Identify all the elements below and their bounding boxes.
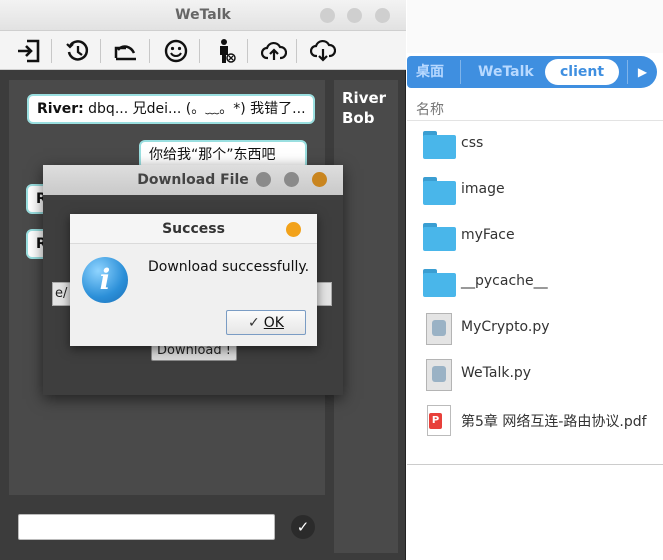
checkmark-icon: ✓ (248, 314, 260, 331)
toolbar (0, 31, 406, 70)
send-button[interactable]: ✓ (291, 515, 315, 539)
file-item[interactable]: css (407, 125, 663, 165)
file-name: 第5章 网络互连-路由协议.pdf (461, 414, 647, 430)
file-name: image (461, 181, 505, 197)
undo-icon[interactable] (112, 37, 140, 65)
folder-icon (423, 175, 457, 207)
file-manager-header (407, 0, 663, 53)
info-icon: i (82, 257, 128, 303)
file-name: css (461, 135, 484, 151)
pdf-file-icon: P (423, 405, 457, 437)
toolbar-divider (149, 39, 150, 63)
chevron-right-icon[interactable]: ▶ (628, 56, 657, 88)
success-message-box: Success i Download successfully. ✓ OK (70, 214, 317, 346)
download-cloud-icon[interactable] (309, 37, 337, 65)
file-item[interactable]: WeTalk.py (407, 355, 663, 395)
file-name: myFace (461, 227, 515, 243)
toolbar-divider (199, 39, 200, 63)
breadcrumb-divider (460, 60, 461, 84)
file-name: __pycache__ (461, 273, 548, 289)
column-header-name[interactable]: 名称 (407, 95, 663, 121)
close-button[interactable] (375, 8, 390, 23)
file-item[interactable]: myFace (407, 217, 663, 257)
file-item[interactable]: __pycache__ (407, 263, 663, 303)
maximize-button[interactable] (347, 8, 362, 23)
minimize-button[interactable] (320, 8, 335, 23)
ok-button-label: OK (263, 314, 284, 331)
toolbar-divider (247, 39, 248, 63)
file-item[interactable]: P 第5章 网络互连-路由协议.pdf (407, 401, 663, 441)
file-name: WeTalk.py (461, 365, 532, 381)
wetalk-titlebar: WeTalk (0, 0, 406, 31)
user-item[interactable]: Bob (342, 108, 398, 128)
column-name-label: 名称 (416, 102, 444, 118)
logout-icon[interactable] (15, 37, 43, 65)
emoji-icon[interactable] (162, 37, 190, 65)
breadcrumb-client[interactable]: client (545, 59, 619, 85)
checkmark-icon: ✓ (296, 518, 310, 536)
message-text: dbq... 兄dei... (。﹏。*) 我错了... (83, 101, 306, 117)
python-file-icon (423, 359, 457, 391)
folder-icon (423, 267, 457, 299)
toolbar-divider (51, 39, 52, 63)
message-sender: River: (37, 101, 84, 117)
online-users-list: River Bob (334, 80, 398, 553)
history-icon[interactable] (64, 37, 92, 65)
ok-button[interactable]: ✓ OK (226, 310, 306, 335)
file-manager-window: 桌面 WeTalk client ▶ 名称 css image myFace _… (407, 0, 663, 465)
close-button[interactable] (286, 222, 301, 237)
user-status-icon[interactable] (212, 37, 240, 65)
close-button[interactable] (312, 172, 327, 187)
folder-icon (423, 129, 457, 161)
toolbar-divider (100, 39, 101, 63)
file-item[interactable]: MyCrypto.py (407, 309, 663, 349)
breadcrumb-wetalk[interactable]: WeTalk (478, 56, 534, 88)
user-item[interactable]: River (342, 88, 398, 108)
toolbar-divider (296, 39, 297, 63)
file-item[interactable]: image (407, 171, 663, 211)
dialog-title: Success (162, 221, 225, 237)
file-name: MyCrypto.py (461, 319, 550, 335)
dialog-titlebar: Success (70, 214, 317, 244)
message-text: 你给我“那个”东西吧 (149, 147, 276, 163)
minimize-button[interactable] (256, 172, 271, 187)
window-title: WeTalk (175, 7, 231, 23)
maximize-button[interactable] (284, 172, 299, 187)
breadcrumb-desktop[interactable]: 桌面 (416, 56, 444, 88)
folder-icon (423, 221, 457, 253)
breadcrumb: 桌面 WeTalk client ▶ (407, 56, 657, 88)
dialog-message: Download successfully. (148, 259, 310, 275)
upload-cloud-icon[interactable] (260, 37, 288, 65)
message-input[interactable] (18, 514, 275, 540)
chat-message: River: dbq... 兄dei... (。﹏。*) 我错了... (27, 94, 315, 124)
python-file-icon (423, 313, 457, 345)
dialog-titlebar: Download File (43, 165, 343, 195)
